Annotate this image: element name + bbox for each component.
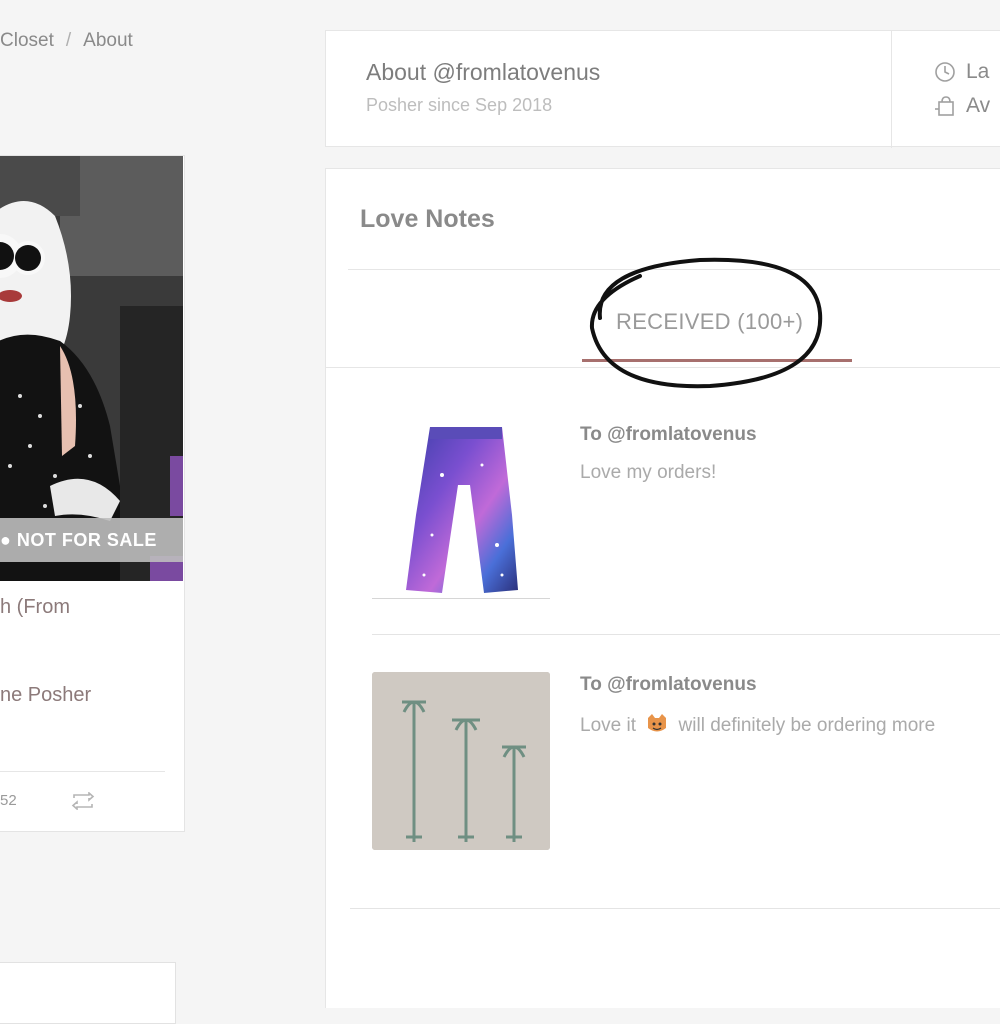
note-message: Love my orders! bbox=[580, 462, 717, 483]
breadcrumb-separator: / bbox=[65, 30, 72, 51]
note-message-part: Love it bbox=[580, 715, 636, 736]
share-icon[interactable] bbox=[70, 792, 96, 810]
annotation-circle bbox=[589, 257, 823, 389]
listing-card[interactable]: ● NOT FOR SALE h (From ne Posher 52 bbox=[0, 155, 185, 832]
note-recipient[interactable]: To @fromlatovenus bbox=[580, 674, 757, 696]
card-divider bbox=[0, 771, 165, 772]
thumbnail-underline bbox=[372, 598, 550, 599]
breadcrumb: Closet / About bbox=[0, 30, 133, 52]
note-divider bbox=[372, 634, 1000, 635]
note-message: Love it will definitely be ordering more bbox=[580, 712, 935, 737]
listing-subtitle: ne Posher bbox=[0, 684, 92, 706]
secondary-card bbox=[0, 962, 176, 1024]
not-for-sale-badge: ● NOT FOR SALE bbox=[0, 518, 183, 562]
posher-since: Posher since Sep 2018 bbox=[366, 95, 553, 115]
listing-photo[interactable]: ● NOT FOR SALE bbox=[0, 156, 183, 581]
note-recipient[interactable]: To @fromlatovenus bbox=[580, 424, 757, 446]
breadcrumb-about-link[interactable]: About bbox=[83, 30, 133, 51]
cat-face-icon bbox=[648, 714, 667, 732]
not-for-sale-label: NOT FOR SALE bbox=[16, 530, 157, 550]
note-thumbnail[interactable] bbox=[372, 672, 550, 850]
love-notes-title: Love Notes bbox=[360, 205, 495, 233]
listing-title[interactable]: h (From bbox=[0, 596, 70, 619]
dot-icon: ● bbox=[0, 530, 12, 550]
about-divider bbox=[891, 31, 892, 148]
shopping-bag-icon bbox=[935, 96, 954, 116]
note-message-part: will definitely be ordering more bbox=[678, 715, 936, 736]
clock-icon bbox=[935, 62, 955, 82]
last-active-stat: La bbox=[966, 60, 990, 83]
likes-count: 52 bbox=[0, 792, 17, 809]
note-divider bbox=[350, 908, 1000, 909]
breadcrumb-closet-link[interactable]: Closet bbox=[0, 30, 54, 51]
about-title: About @fromlatovenus bbox=[366, 59, 601, 85]
avg-ship-stat: Av bbox=[966, 94, 991, 117]
about-card: About @fromlatovenus Posher since Sep 20… bbox=[325, 30, 1000, 148]
note-thumbnail[interactable] bbox=[372, 405, 550, 600]
